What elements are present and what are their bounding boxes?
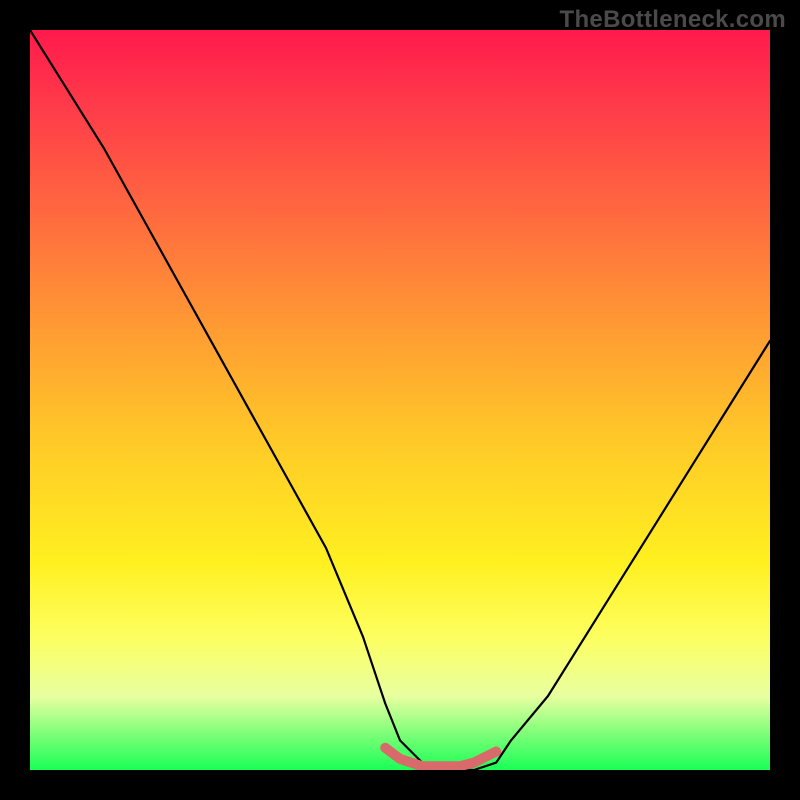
bottleneck-curve — [30, 30, 770, 770]
valley-marker — [385, 748, 496, 767]
chart-frame: TheBottleneck.com — [0, 0, 800, 800]
plot-area — [30, 30, 770, 770]
curve-layer — [30, 30, 770, 770]
watermark-text: TheBottleneck.com — [560, 6, 786, 34]
